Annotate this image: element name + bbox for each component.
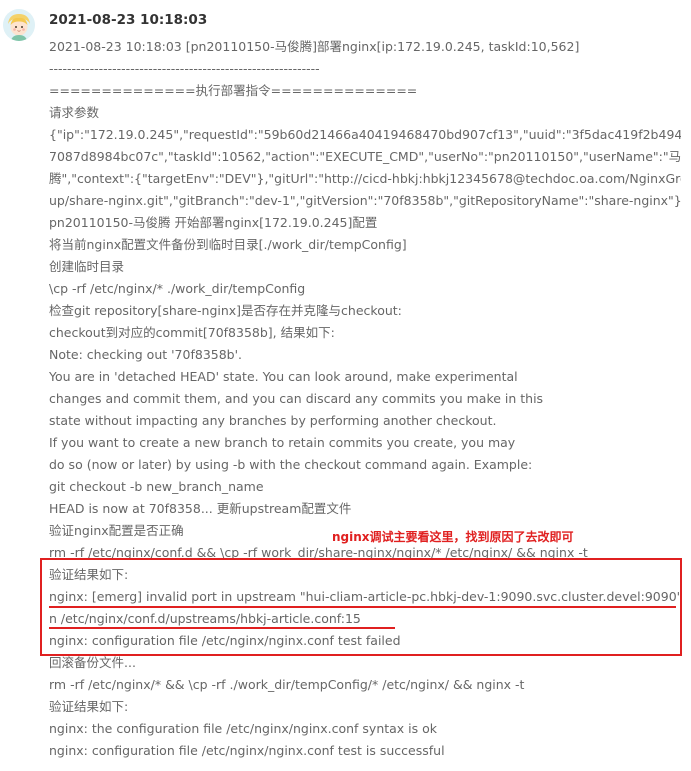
log-line: 检查git repository[share-nginx]是否存在并克隆与che… — [49, 303, 402, 318]
log-line: If you want to create a new branch to re… — [49, 435, 516, 450]
log-line: nginx: the configuration file /etc/nginx… — [49, 721, 438, 736]
log-line: 腾","context":{"targetEnv":"DEV"},"gitUrl… — [49, 171, 681, 186]
log-line: changes and commit them, and you can dis… — [49, 391, 544, 406]
annotation-underline — [49, 606, 676, 608]
log-line: 请求参数 — [49, 105, 100, 120]
log-line: You are in 'detached HEAD' state. You ca… — [49, 369, 518, 384]
avatar[interactable] — [3, 9, 35, 41]
log-line: up/share-nginx.git","gitBranch":"dev-1",… — [49, 193, 681, 208]
log-line: {"ip":"172.19.0.245","requestId":"59b60d… — [49, 127, 681, 142]
log-separator: ----------------------------------------… — [49, 61, 320, 76]
log-line: pn20110150-马俊腾 开始部署nginx[172.19.0.245]配置 — [49, 215, 378, 230]
annotation-note: nginx调试主要看这里，找到原因了去改即可 — [332, 530, 574, 544]
annotation-underline — [49, 627, 395, 629]
cartoon-avatar-icon — [3, 9, 35, 41]
log-line: state without impacting any branches by … — [49, 413, 497, 428]
log-line: 7087d8984bc07c","taskId":10562,"action":… — [49, 149, 681, 164]
log-line: 将当前nginx配置文件备份到临时目录[./work_dir/tempConfi… — [49, 237, 407, 252]
log-line: git checkout -b new_branch_name — [49, 479, 264, 494]
log-line: do so (now or later) by using -b with th… — [49, 457, 533, 472]
log-line: rm -rf /etc/nginx/* && \cp -rf ./work_di… — [49, 677, 525, 692]
log-line: HEAD is now at 70f8358... 更新upstream配置文件 — [49, 501, 352, 516]
log-line: 创建临时目录 — [49, 259, 125, 274]
log-line: checkout到对应的commit[70f8358b], 结果如下: — [49, 325, 335, 340]
log-section-title: ==============执行部署指令============== — [49, 83, 418, 98]
log-line: 验证结果如下: — [49, 699, 129, 714]
log-line: Note: checking out '70f8358b'. — [49, 347, 243, 362]
log-timestamp: 2021-08-23 10:18:03 — [49, 12, 208, 28]
log-line: nginx: configuration file /etc/nginx/ngi… — [49, 743, 445, 758]
log-line: 2021-08-23 10:18:03 [pn20110150-马俊腾]部署ng… — [49, 39, 580, 54]
log-line: \cp -rf /etc/nginx/* ./work_dir/tempConf… — [49, 281, 306, 296]
